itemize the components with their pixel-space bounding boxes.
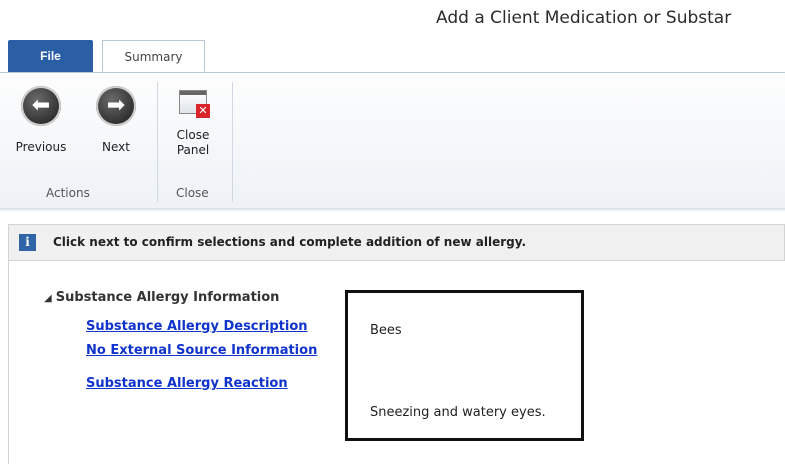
window-title: Add a Client Medication or Substar: [436, 8, 732, 28]
info-message: Click next to confirm selections and com…: [53, 235, 527, 249]
tab-file[interactable]: File: [8, 40, 93, 72]
close-group-label: Close: [176, 186, 209, 200]
next-button[interactable]: ➡ Next: [90, 86, 142, 154]
arrow-left-icon: ⬅: [21, 86, 61, 126]
link-substance-allergy-reaction[interactable]: Substance Allergy Reaction: [86, 376, 288, 391]
close-panel-button[interactable]: ✕ Close Panel: [162, 86, 224, 158]
info-icon: i: [19, 234, 36, 251]
tree-section-label: Substance Allergy Information: [55, 290, 280, 305]
collapse-triangle-icon[interactable]: ◢: [44, 293, 52, 304]
arrow-right-icon: ➡: [96, 86, 136, 126]
link-substance-allergy-description[interactable]: Substance Allergy Description: [86, 319, 308, 334]
actions-group-label: Actions: [46, 186, 90, 200]
previous-label: Previous: [15, 140, 67, 154]
value-description: Bees: [370, 323, 402, 338]
link-no-external-source-information[interactable]: No External Source Information: [86, 343, 317, 358]
group-separator: [157, 82, 158, 202]
info-bar: i Click next to confirm selections and c…: [8, 224, 785, 261]
value-reaction: Sneezing and watery eyes.: [370, 405, 546, 420]
tree-section-title[interactable]: ◢ Substance Allergy Information: [44, 290, 279, 305]
close-panel-label-line2: Panel: [176, 143, 210, 157]
tab-summary[interactable]: Summary: [102, 40, 205, 72]
group-separator: [232, 82, 233, 202]
next-label: Next: [102, 140, 130, 154]
ribbon-shadow: [0, 208, 785, 212]
content-border: [8, 261, 9, 464]
previous-button[interactable]: ⬅ Previous: [12, 86, 70, 154]
close-panel-label-line1: Close: [176, 128, 210, 142]
close-panel-icon: ✕: [176, 86, 210, 120]
